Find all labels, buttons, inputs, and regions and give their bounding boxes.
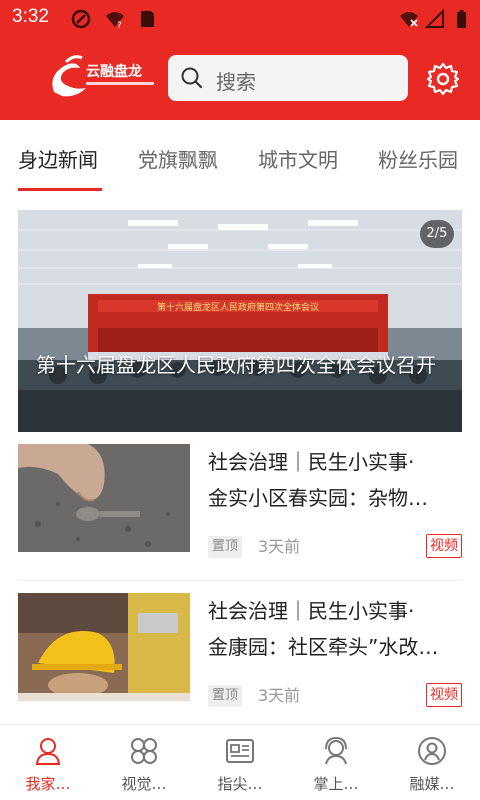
gear-icon[interactable]	[426, 62, 460, 96]
news-title-line2: 金实小区春实园：杂物…	[208, 486, 428, 510]
pinned-badge: 置顶	[208, 536, 243, 558]
news-title-line1: 社会治理｜民生小实事·	[208, 599, 415, 623]
video-badge: 视频	[426, 534, 462, 558]
person-icon	[35, 738, 61, 765]
wifi-question-icon: ?	[106, 12, 124, 30]
hero-title: 第十六届盘龙区人民政府第四次全体会议召开	[36, 353, 436, 377]
news-title: 社会治理｜民生小实事· 金实小区春实园：杂物…	[208, 444, 462, 516]
app-header: 3:32 ? 云融盘龙 搜索	[0, 0, 480, 120]
video-badge: 视频	[426, 683, 462, 707]
profile-icon	[418, 737, 446, 765]
nav-fingertip[interactable]: 指尖…	[192, 725, 288, 800]
nav-label: 视觉…	[121, 775, 167, 793]
battery-icon	[457, 10, 466, 28]
carousel-counter: 2/5	[420, 220, 454, 248]
nav-label: 我家…	[25, 775, 71, 793]
status-bar: 3:32 ?	[0, 0, 480, 36]
news-item[interactable]: 社会治理｜民生小实事· 金康园：社区牵头”水改… 置顶 3天前 视频	[18, 593, 462, 707]
news-image-key	[18, 444, 190, 552]
hero-carousel[interactable]: 第十六届盘龙区人民政府第四次全体会议 2/5 第十六届盘龙区人民政府第四次全体会…	[18, 210, 462, 432]
news-image-worker	[18, 593, 190, 701]
nav-visual[interactable]: 视觉…	[96, 725, 192, 800]
nav-label: 融媒…	[409, 775, 455, 793]
newspaper-icon	[226, 739, 254, 763]
search-placeholder: 搜索	[216, 70, 256, 94]
svg-text:?: ?	[117, 21, 122, 30]
signal-icon	[424, 8, 444, 28]
active-tab-indicator	[18, 188, 102, 191]
tab-party-flag[interactable]: 党旗飘飘	[138, 144, 218, 173]
nav-label: 指尖…	[217, 775, 263, 793]
divider	[18, 580, 462, 581]
tab-fan-park[interactable]: 粉丝乐园	[378, 144, 458, 173]
bottom-navigation: 我家… 视觉… 指尖… 掌上… 融媒…	[0, 724, 480, 800]
nav-my-home[interactable]: 我家…	[0, 725, 96, 800]
news-title-line1: 社会治理｜民生小实事·	[208, 450, 415, 474]
tab-nearby-news[interactable]: 身边新闻	[18, 144, 98, 173]
news-thumbnail	[18, 444, 190, 552]
nav-label: 掌上…	[313, 775, 359, 793]
headset-icon	[325, 736, 347, 765]
news-time: 3天前	[258, 537, 301, 556]
hero-image: 第十六届盘龙区人民政府第四次全体会议	[18, 210, 462, 432]
news-time: 3天前	[258, 686, 301, 705]
nav-media[interactable]: 融媒…	[384, 725, 480, 800]
category-tabs: 身边新闻 党旗飘飘 城市文明 粉丝乐园	[0, 120, 480, 196]
news-thumbnail	[18, 593, 190, 701]
news-title: 社会治理｜民生小实事· 金康园：社区牵头”水改…	[208, 593, 462, 665]
sd-card-icon	[141, 11, 154, 27]
vpn-icon	[71, 9, 91, 29]
search-icon	[181, 67, 203, 89]
hero-banner-text: 第十六届盘龙区人民政府第四次全体会议	[157, 301, 319, 313]
pinned-badge: 置顶	[208, 685, 243, 707]
status-time: 3:32	[12, 6, 49, 27]
search-bar[interactable]: 搜索	[168, 55, 408, 101]
news-title-line2: 金康园：社区牵头”水改…	[208, 635, 439, 659]
news-item[interactable]: 社会治理｜民生小实事· 金实小区春实园：杂物… 置顶 3天前 视频	[18, 444, 462, 558]
wifi-off-icon	[400, 12, 418, 27]
nav-palm[interactable]: 掌上…	[288, 725, 384, 800]
svg-text:云融盘龙: 云融盘龙	[86, 63, 142, 80]
app-logo: 云融盘龙	[52, 55, 154, 97]
tab-city-civilization[interactable]: 城市文明	[258, 144, 338, 173]
grid-icon	[131, 738, 157, 764]
